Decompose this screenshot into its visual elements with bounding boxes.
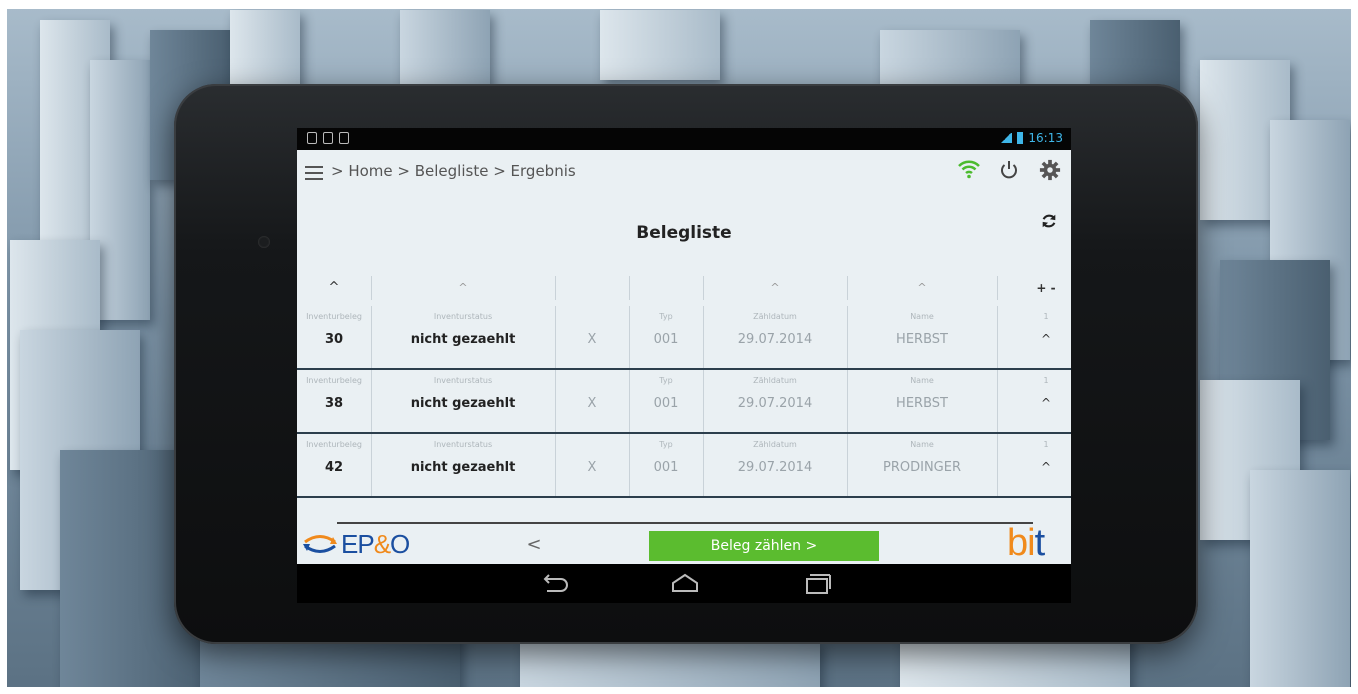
plus-minus-toggle[interactable]: + - [1021, 270, 1071, 306]
chevron-up-icon[interactable]: ^ [1021, 460, 1071, 474]
label-datum: Zähldatum [753, 312, 797, 321]
status-right: 16:13 [1000, 131, 1063, 145]
android-nav-bar [297, 564, 1071, 603]
label-count: 1 [1043, 312, 1049, 321]
gear-icon[interactable] [1039, 159, 1061, 181]
label-count: 1 [1043, 440, 1049, 449]
chevron-up-icon[interactable]: ^ [1021, 332, 1071, 346]
recent-apps-icon[interactable] [799, 571, 835, 595]
label-count: 1 [1043, 376, 1049, 385]
label-name: Name [910, 312, 934, 321]
cell-typ: 001 [653, 332, 679, 347]
battery-icon [1017, 132, 1024, 144]
camera-icon [339, 132, 349, 144]
notification-icons [307, 132, 349, 144]
table-row[interactable]: Inventurbeleg Inventurstatus Typ Zähldat… [297, 434, 1071, 498]
download-icon [307, 132, 317, 144]
sort-arrow-typ[interactable] [629, 270, 703, 306]
label-beleg: Inventurbeleg [306, 376, 362, 385]
sort-arrow-datum[interactable]: ^ [703, 270, 847, 306]
status-bar: 16:13 [297, 128, 1071, 150]
wifi-icon [958, 160, 980, 179]
label-typ: Typ [659, 376, 673, 385]
footer-bar: EP&O < Beleg zählen > bit [297, 522, 1071, 564]
epo-logo: EP&O [303, 528, 410, 560]
cell-name: HERBST [896, 396, 948, 411]
cell-beleg: 38 [324, 396, 344, 411]
signal-icon [1000, 133, 1013, 143]
cell-typ: 001 [653, 460, 679, 475]
power-icon[interactable] [997, 158, 1021, 182]
cell-name: PRODINGER [883, 460, 961, 475]
bit-logo: bit [1007, 522, 1045, 564]
count-document-button[interactable]: Beleg zählen > [649, 531, 879, 561]
label-status: Inventurstatus [433, 440, 493, 449]
chevron-up-icon[interactable]: ^ [1021, 396, 1071, 410]
menu-icon[interactable] [305, 166, 323, 180]
footer-divider [337, 522, 1033, 524]
label-name: Name [910, 376, 934, 385]
sort-arrow-beleg[interactable]: ^ [297, 270, 371, 306]
label-typ: Typ [659, 440, 673, 449]
cell-typ: 001 [653, 396, 679, 411]
epo-logo-text: EP&O [341, 528, 410, 559]
back-nav-icon[interactable] [537, 571, 573, 595]
cell-datum: 29.07.2014 [737, 396, 813, 411]
table-row[interactable]: Inventurbeleg Inventurstatus Typ Zähldat… [297, 306, 1071, 370]
refresh-icon[interactable] [1040, 212, 1058, 230]
label-name: Name [910, 440, 934, 449]
front-camera [258, 236, 270, 248]
label-beleg: Inventurbeleg [306, 312, 362, 321]
table-row[interactable]: Inventurbeleg Inventurstatus Typ Zähldat… [297, 370, 1071, 434]
sort-arrow-name[interactable]: ^ [847, 270, 997, 306]
top-bar: > Home > Belegliste > Ergebnis [297, 150, 1071, 194]
epo-arrows-icon [303, 535, 337, 553]
cell-flag: X [587, 396, 597, 411]
back-button[interactable]: < [519, 530, 549, 560]
sort-arrow-flag[interactable] [555, 270, 629, 306]
app-content: > Home > Belegliste > Ergebnis Beleglist… [297, 150, 1071, 564]
cell-beleg: 42 [324, 460, 344, 475]
label-datum: Zähldatum [753, 440, 797, 449]
cell-name: HERBST [896, 332, 948, 347]
cell-status: nicht gezaehlt [410, 332, 516, 347]
label-beleg: Inventurbeleg [306, 440, 362, 449]
label-datum: Zähldatum [753, 376, 797, 385]
label-status: Inventurstatus [433, 312, 493, 321]
sort-row: ^ ^ ^ ^ + - [297, 270, 1071, 306]
cell-status: nicht gezaehlt [410, 460, 516, 475]
tablet-screen: 16:13 > Home > Belegliste > Ergebnis Bel… [297, 128, 1071, 603]
camera-icon [323, 132, 333, 144]
home-nav-icon[interactable] [667, 571, 703, 595]
cell-flag: X [587, 460, 597, 475]
breadcrumb[interactable]: > Home > Belegliste > Ergebnis [331, 162, 576, 180]
page-title: Belegliste [636, 223, 732, 243]
cell-status: nicht gezaehlt [410, 396, 516, 411]
label-typ: Typ [659, 312, 673, 321]
sort-arrow-status[interactable]: ^ [371, 270, 555, 306]
clock: 16:13 [1028, 131, 1063, 145]
cell-beleg: 30 [324, 332, 344, 347]
cell-flag: X [587, 332, 597, 347]
label-status: Inventurstatus [433, 376, 493, 385]
cell-datum: 29.07.2014 [737, 460, 813, 475]
cell-datum: 29.07.2014 [737, 332, 813, 347]
